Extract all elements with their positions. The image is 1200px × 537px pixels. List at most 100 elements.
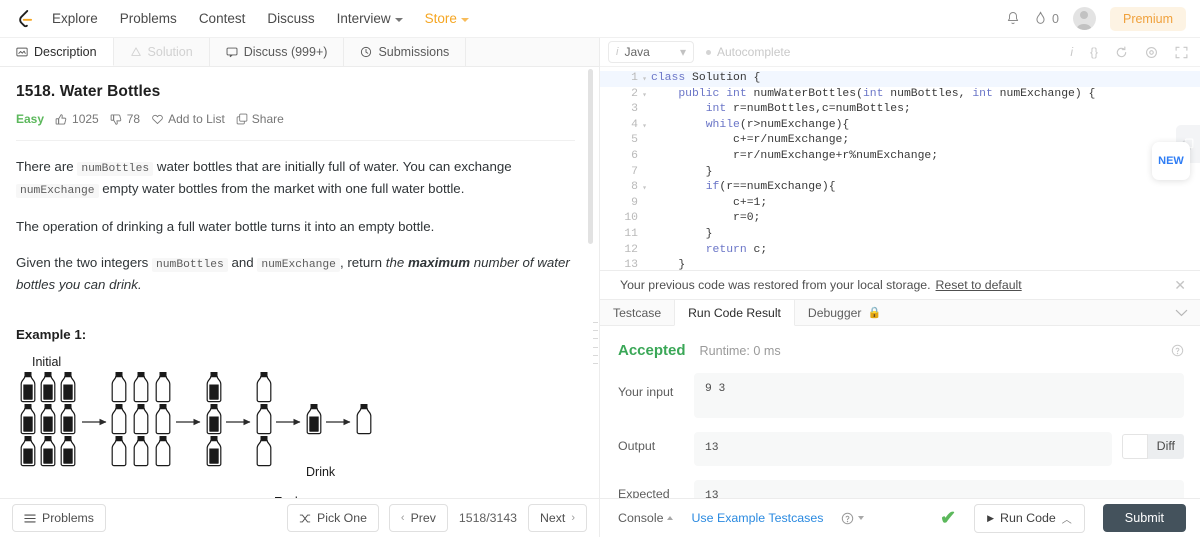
- chevron-down-icon: ▾: [679, 45, 686, 59]
- nav-link-problems[interactable]: Problems: [120, 11, 177, 26]
- tab-discuss[interactable]: Discuss (999+): [210, 38, 345, 66]
- line-number: 7: [631, 165, 638, 178]
- tab-description[interactable]: Description: [0, 38, 114, 66]
- text-fragment: and: [227, 255, 258, 271]
- info-icon[interactable]: i: [1070, 45, 1073, 59]
- info-icon: i: [616, 46, 619, 58]
- fold-toggle-icon[interactable]: ▾: [642, 88, 647, 104]
- prev-problem-button[interactable]: ‹ Prev: [388, 504, 448, 532]
- use-example-testcases-link[interactable]: Use Example Testcases: [691, 511, 823, 525]
- code-line[interactable]: r=0;: [651, 211, 1200, 227]
- notifications-button[interactable]: [1006, 11, 1020, 26]
- code-line[interactable]: int r=numBottles,c=numBottles;: [651, 102, 1200, 118]
- streak-counter[interactable]: 0: [1034, 11, 1059, 26]
- tab-submissions[interactable]: Submissions: [344, 38, 467, 66]
- pick-one-button[interactable]: Pick One: [287, 504, 379, 532]
- your-input-value[interactable]: 9 3: [694, 373, 1184, 419]
- result-tab-bar: Testcase Run Code Result Debugger 🔒: [600, 299, 1200, 327]
- streak-count: 0: [1052, 11, 1059, 26]
- autocomplete-label: Autocomplete: [717, 45, 791, 59]
- autocomplete-toggle[interactable]: Autocomplete: [706, 45, 790, 59]
- console-label: Console: [618, 511, 664, 525]
- code-area[interactable]: 1▾2▾34▾5678▾91011121314 class Solution {…: [600, 71, 1200, 270]
- code-num-bottles: numBottles: [77, 162, 154, 176]
- share-button[interactable]: Share: [236, 112, 284, 126]
- code-editor[interactable]: 1▾2▾34▾5678▾91011121314 class Solution {…: [600, 67, 1200, 271]
- thumbs-up-icon: [55, 113, 67, 125]
- fold-toggle-icon[interactable]: ▾: [642, 181, 647, 197]
- nav-link-interview[interactable]: Interview: [337, 11, 403, 26]
- tab-label: Debugger: [807, 305, 862, 320]
- editor-pane: i Java ▾ Autocomplete i {} 1 ▾ 2 ▾ 3 4 ▾…: [600, 38, 1200, 537]
- like-button[interactable]: 1025: [55, 112, 99, 126]
- code-line[interactable]: class Solution {: [600, 71, 1200, 87]
- close-icon[interactable]: ✕: [1174, 277, 1186, 294]
- code-line[interactable]: }: [651, 165, 1200, 181]
- code-lines[interactable]: class Solution { public int numWaterBott…: [600, 71, 1200, 270]
- help-dropdown[interactable]: [841, 512, 865, 525]
- result-row-your-input: Your input 9 3: [618, 373, 1184, 419]
- code-line[interactable]: }: [651, 227, 1200, 243]
- code-line[interactable]: }: [651, 258, 1200, 270]
- tab-debugger[interactable]: Debugger 🔒: [795, 300, 894, 325]
- tab-label: Solution: [147, 45, 193, 59]
- submit-button[interactable]: Submit: [1102, 504, 1186, 532]
- fold-toggle-icon[interactable]: ▾: [642, 72, 647, 88]
- nav-link-contest[interactable]: Contest: [199, 11, 246, 26]
- scrollbar-thumb[interactable]: [588, 69, 593, 244]
- pane-resize-grip[interactable]: [593, 322, 598, 364]
- collapse-panel-icon[interactable]: [1163, 300, 1200, 325]
- code-line[interactable]: c+=r/numExchange;: [651, 133, 1200, 149]
- settings-icon[interactable]: [1145, 46, 1158, 59]
- shuffle-icon: [299, 514, 311, 522]
- play-icon: ▶: [987, 512, 994, 523]
- new-feature-badge[interactable]: NEW: [1152, 142, 1190, 180]
- fold-toggle-icon[interactable]: ▾: [642, 119, 647, 135]
- problems-list-button[interactable]: Problems: [12, 504, 106, 532]
- braces-icon[interactable]: {}: [1090, 45, 1098, 59]
- code-line[interactable]: if(r==numExchange){: [651, 180, 1200, 196]
- divider: [16, 140, 575, 141]
- nav-link-explore[interactable]: Explore: [52, 11, 98, 26]
- text-emphasis: maximum: [407, 255, 471, 271]
- tab-run-code-result[interactable]: Run Code Result: [674, 300, 795, 327]
- code-line[interactable]: c+=1;: [651, 196, 1200, 212]
- nav-link-discuss[interactable]: Discuss: [267, 11, 314, 26]
- add-to-list-button[interactable]: Add to List: [151, 112, 225, 126]
- description-icon: [16, 47, 28, 56]
- editor-footer-bar: Console Use Example Testcases ✔ ▶ Run Co…: [600, 498, 1200, 537]
- code-line[interactable]: public int numWaterBottles(int numBottle…: [651, 87, 1200, 103]
- fullscreen-icon[interactable]: [1175, 46, 1188, 59]
- reset-to-default-link[interactable]: Reset to default: [936, 278, 1022, 292]
- console-toggle[interactable]: Console: [618, 511, 674, 525]
- diff-switch[interactable]: [1121, 434, 1148, 460]
- line-number: 8 ▾: [600, 180, 647, 196]
- chevron-up-icon: ︿: [1061, 514, 1072, 526]
- problem-scrollbar[interactable]: [588, 69, 593, 498]
- tab-solution[interactable]: Solution: [114, 38, 210, 66]
- editor-toolbar: i Java ▾ Autocomplete i {}: [600, 38, 1200, 67]
- tab-testcase[interactable]: Testcase: [600, 300, 674, 325]
- dislike-button[interactable]: 78: [110, 112, 140, 126]
- next-problem-button[interactable]: Next ›: [528, 504, 587, 532]
- problem-paragraph-2: The operation of drinking a full water b…: [16, 218, 435, 234]
- line-number: 1 ▾: [600, 71, 647, 87]
- like-count: 1025: [72, 112, 99, 126]
- premium-button[interactable]: Premium: [1109, 6, 1186, 31]
- runtime-text: Runtime: 0 ms: [699, 344, 781, 359]
- avatar[interactable]: [1072, 7, 1096, 30]
- diff-label[interactable]: Diff: [1147, 434, 1184, 460]
- leetcode-logo-icon[interactable]: [12, 6, 38, 32]
- language-selector[interactable]: i Java ▾: [608, 41, 694, 63]
- run-code-button[interactable]: ▶ Run Code ︿: [974, 503, 1085, 533]
- text-fragment: , return: [339, 255, 386, 271]
- code-line[interactable]: r=r/numExchange+r%numExchange;: [651, 149, 1200, 165]
- code-line[interactable]: while(r>numExchange){: [651, 118, 1200, 134]
- diff-toggle[interactable]: Diff: [1121, 434, 1184, 460]
- nav-link-label: Interview: [336, 11, 391, 26]
- reset-icon[interactable]: [1115, 45, 1128, 59]
- line-number: 13: [624, 259, 638, 271]
- code-line[interactable]: return c;: [651, 243, 1200, 259]
- help-icon[interactable]: [1171, 344, 1184, 360]
- nav-link-store[interactable]: Store: [425, 11, 469, 26]
